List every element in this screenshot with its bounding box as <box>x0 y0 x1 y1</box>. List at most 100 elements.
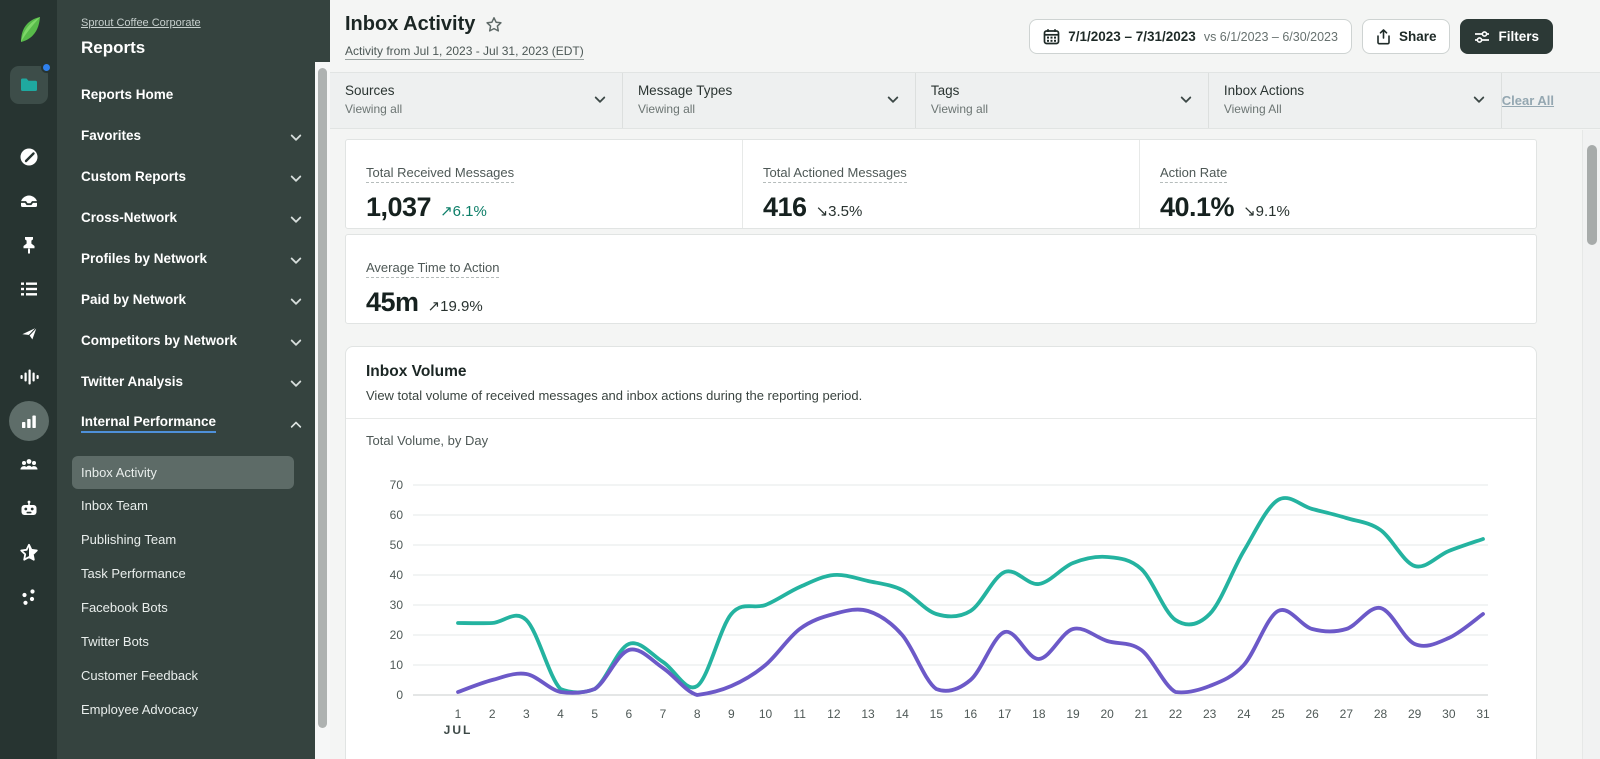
filter-label: Tags <box>930 83 960 98</box>
rail-item-reviews[interactable] <box>0 531 57 575</box>
sidebar-subitem[interactable]: Facebook Bots <box>57 591 330 625</box>
rail-item-tasks[interactable] <box>0 267 57 311</box>
sidebar-section[interactable]: Competitors by Network <box>57 321 330 362</box>
date-range-button[interactable]: 7/1/2023 – 7/31/2023 vs 6/1/2023 – 6/30/… <box>1029 19 1352 54</box>
card-title: Inbox Volume <box>366 363 467 380</box>
filter-sublabel: Viewing All <box>1223 102 1282 116</box>
svg-text:12: 12 <box>827 707 841 721</box>
sidebar-title: Reports <box>81 38 146 57</box>
rail-item-publishing[interactable] <box>0 311 57 355</box>
svg-text:8: 8 <box>694 707 701 721</box>
rail-item-bots[interactable] <box>0 487 57 531</box>
svg-text:27: 27 <box>1340 707 1354 721</box>
sidebar-section-label: Twitter Analysis <box>81 374 184 389</box>
clear-all-link[interactable]: Clear All <box>1502 93 1554 108</box>
sidebar-subitem[interactable]: Employee Advocacy <box>57 693 330 727</box>
svg-text:20: 20 <box>1100 707 1114 721</box>
sprout-logo-icon[interactable] <box>11 12 47 48</box>
main-scrollbar-thumb[interactable] <box>1587 145 1597 245</box>
trend-arrow-icon: ↗ <box>440 203 453 220</box>
date-compare-label: vs 6/1/2023 – 6/30/2023 <box>1203 29 1338 44</box>
svg-text:19: 19 <box>1066 707 1080 721</box>
chevron-icon <box>290 170 302 182</box>
metric-row-1: Total Received Messages 1,037 ↗6.1% Tota… <box>345 139 1537 229</box>
svg-text:0: 0 <box>396 688 403 702</box>
sidebar-subitem[interactable]: Inbox Team <box>57 489 330 523</box>
folder-icon <box>20 78 37 91</box>
svg-text:2: 2 <box>489 707 496 721</box>
sidebar-section-label: Profiles by Network <box>81 251 208 266</box>
reports-sidebar: Sprout Coffee Corporate Reports Reports … <box>57 0 330 759</box>
send-icon <box>18 325 38 342</box>
sidebar-subitem[interactable]: Publishing Team <box>57 523 330 557</box>
date-range-label: 7/1/2023 – 7/31/2023 <box>1068 29 1196 44</box>
metric-card: Total Actioned Messages 416 ↘3.5% <box>742 140 1139 228</box>
svg-text:15: 15 <box>930 707 944 721</box>
metric-value: 1,037 <box>366 192 432 222</box>
sidebar-section[interactable]: Paid by Network <box>57 280 330 321</box>
rail-item-team[interactable] <box>0 443 57 487</box>
rail-item-inbox[interactable] <box>0 179 57 223</box>
sidebar-section[interactable]: Cross-Network <box>57 198 330 239</box>
svg-text:28: 28 <box>1374 707 1388 721</box>
sidebar-subitem[interactable]: Inbox Activity <box>72 456 294 489</box>
rail-item-dashboard[interactable] <box>0 135 57 179</box>
list-icon <box>20 282 37 296</box>
rail-item-integrations[interactable] <box>0 575 57 619</box>
rail-item-reports[interactable] <box>0 399 57 443</box>
filter-label: Message Types <box>637 83 733 98</box>
svg-text:25: 25 <box>1271 707 1285 721</box>
metric-change: ↗6.1% <box>440 203 487 220</box>
metric-label: Average Time to Action <box>366 260 500 278</box>
chevron-icon <box>290 420 302 432</box>
sidebar-section-label: Favorites <box>81 128 142 143</box>
chevron-icon <box>290 129 302 141</box>
pin-icon <box>23 237 34 254</box>
filter-dropdown[interactable]: Inbox Actions Viewing All <box>1209 73 1502 128</box>
page-title: Inbox Activity <box>345 13 476 35</box>
reviews-star-icon <box>19 543 38 561</box>
inbox-volume-card: Inbox Volume View total volume of receiv… <box>345 346 1537 759</box>
filter-bar: Sources Viewing all Message Types Viewin… <box>330 72 1600 129</box>
sidebar-section-label: Cross-Network <box>81 210 178 225</box>
filters-button[interactable]: Filters <box>1460 19 1553 54</box>
sidebar-subnav: Inbox Activity Inbox Team Publishing Tea… <box>57 456 330 727</box>
sidebar-section[interactable]: Favorites <box>57 116 330 157</box>
account-switcher[interactable] <box>9 62 52 104</box>
chevron-icon <box>290 375 302 387</box>
filter-dropdown[interactable]: Tags Viewing all <box>916 73 1209 128</box>
sidebar-section[interactable]: Twitter Analysis <box>57 362 330 403</box>
volume-line-chart: 0102030405060701 2 3 4 5 6 7 8 9 10 11 12 13 14 15 16 17… <box>390 478 1490 737</box>
filter-dropdown[interactable]: Message Types Viewing all <box>623 73 916 128</box>
rail-item-pinned[interactable] <box>0 223 57 267</box>
svg-text:31: 31 <box>1476 707 1490 721</box>
metric-label: Action Rate <box>1160 165 1228 183</box>
svg-text:18: 18 <box>1032 707 1046 721</box>
account-link[interactable]: Sprout Coffee Corporate <box>81 17 201 29</box>
sidebar-subitem[interactable]: Twitter Bots <box>57 625 330 659</box>
metric-card: Total Received Messages 1,037 ↗6.1% <box>346 140 742 228</box>
integrations-cluster-icon <box>21 589 35 605</box>
reports-bar-chart-icon <box>21 415 36 428</box>
chart-label: Total Volume, by Day <box>366 433 489 448</box>
svg-text:5: 5 <box>591 707 598 721</box>
sidebar-section[interactable]: Reports Home <box>57 75 330 116</box>
notification-dot <box>40 62 52 73</box>
filter-sublabel: Viewing all <box>930 102 989 116</box>
sidebar-section[interactable]: Profiles by Network <box>57 239 330 280</box>
metric-label: Total Received Messages <box>366 165 515 183</box>
gauge-icon <box>20 148 37 166</box>
inbox-tray-icon <box>20 195 37 207</box>
favorite-star-button[interactable] <box>485 16 503 34</box>
sidebar-section[interactable]: Internal Performance <box>57 403 330 444</box>
sidebar-subitem[interactable]: Customer Feedback <box>57 659 330 693</box>
rail-item-listening[interactable] <box>0 355 57 399</box>
sidebar-subitem[interactable]: Task Performance <box>57 557 330 591</box>
share-button[interactable]: Share <box>1361 19 1451 54</box>
metric-change: ↘3.5% <box>815 203 863 220</box>
filter-dropdown[interactable]: Sources Viewing all <box>330 73 623 128</box>
sidebar-scrollbar-thumb[interactable] <box>318 68 327 728</box>
sidebar-section[interactable]: Custom Reports <box>57 157 330 198</box>
svg-text:22: 22 <box>1169 707 1183 721</box>
svg-text:21: 21 <box>1135 707 1149 721</box>
